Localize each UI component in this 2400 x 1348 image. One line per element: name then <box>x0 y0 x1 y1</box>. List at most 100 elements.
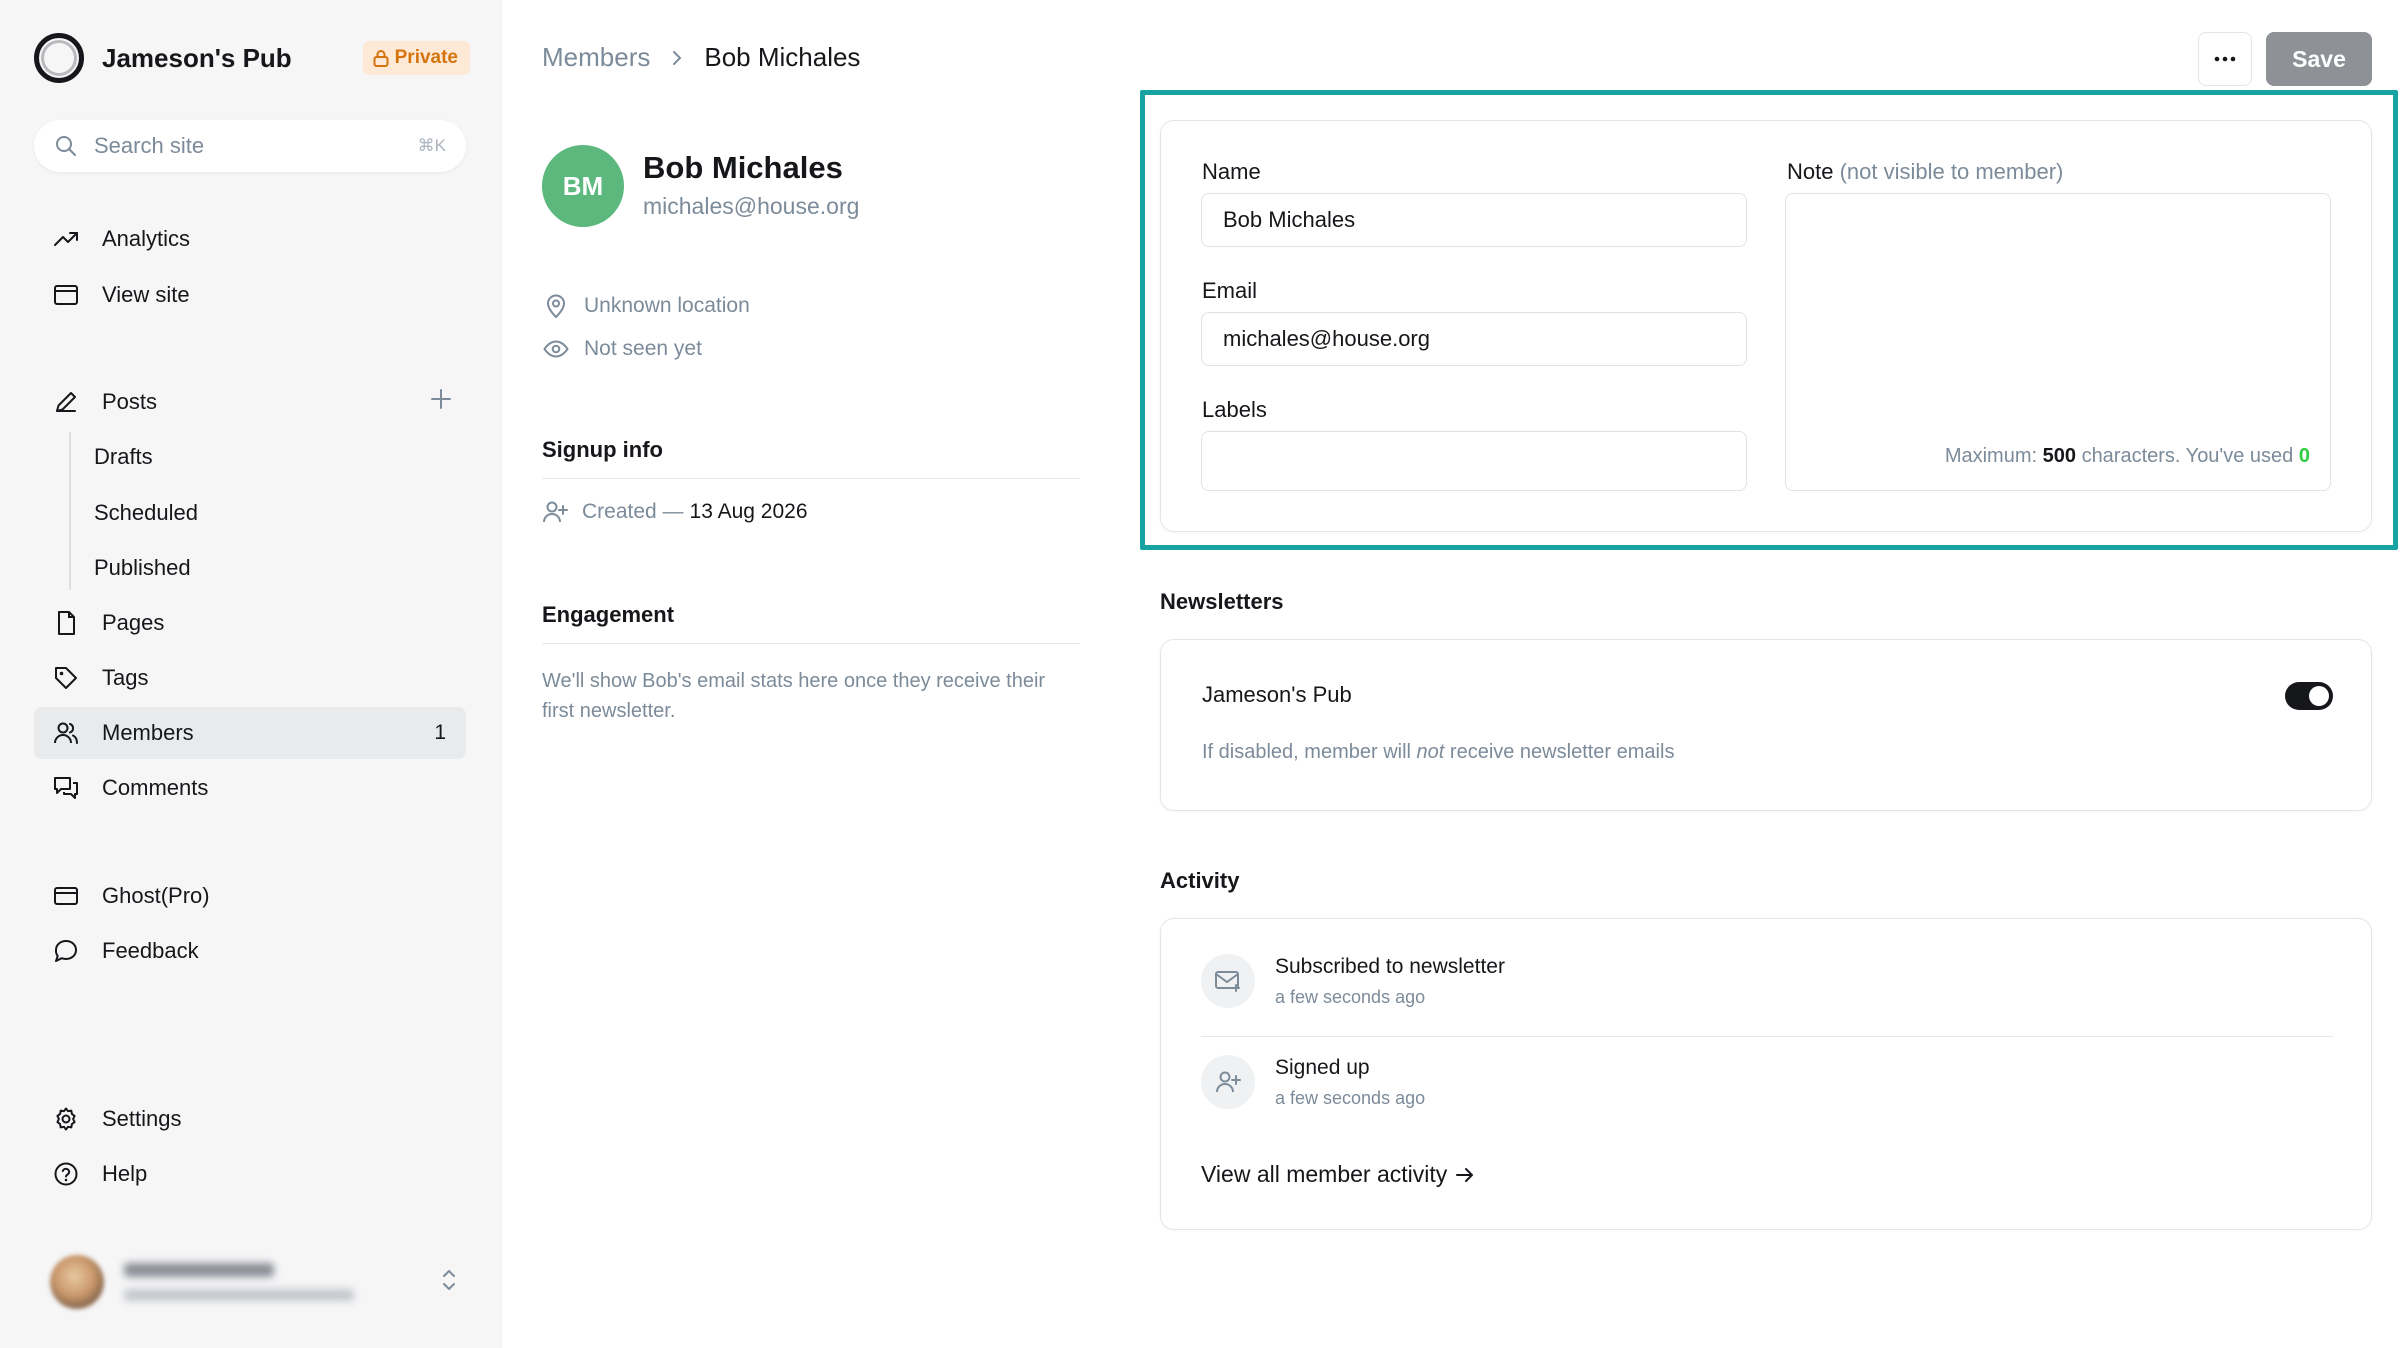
search-icon <box>56 136 76 156</box>
sidebar-item-tags[interactable]: Tags <box>34 652 466 704</box>
engagement-text: We'll show Bob's email stats here once t… <box>542 670 1046 722</box>
sidebar-item-help[interactable]: Help <box>34 1148 466 1200</box>
activity-time: a few seconds ago <box>1275 986 1426 1007</box>
sidebar-item-label: Pages <box>102 610 165 635</box>
sidebar-item-label: Published <box>94 555 191 580</box>
credit-card-icon <box>54 887 78 905</box>
user-menu[interactable] <box>50 1250 460 1314</box>
name-label: Name <box>1202 159 1261 184</box>
sidebar-item-label: Analytics <box>102 226 191 251</box>
site-name[interactable]: Jameson's Pub <box>102 43 292 74</box>
location-pin-icon <box>546 294 566 319</box>
newsletter-desc-post: receive newsletter emails <box>1449 741 1675 763</box>
activity-text: Subscribed to newsletter <box>1275 954 1505 978</box>
sidebar-item-label: Members <box>102 720 194 745</box>
email-input-value: michales@house.org <box>1223 326 1430 351</box>
sidebar: Jameson's Pub Private Search site ⌘K Ana… <box>0 0 502 1348</box>
save-button[interactable]: Save <box>2266 32 2372 86</box>
newsletter-description: If disabled, member will not receive new… <box>1202 741 1674 764</box>
signup-info-title: Signup info <box>542 437 663 462</box>
sidebar-item-analytics[interactable]: Analytics <box>34 213 466 265</box>
member-email: michales@house.org <box>643 193 860 219</box>
newsletter-card: Jameson's Pub If disabled, member will n… <box>1160 639 2372 811</box>
sidebar-item-comments[interactable]: Comments <box>34 762 466 814</box>
sidebar-item-feedback[interactable]: Feedback <box>34 925 466 977</box>
member-last-seen: Not seen yet <box>542 337 702 361</box>
newsletter-name: Jameson's Pub <box>1202 682 1352 707</box>
gear-icon <box>56 1107 76 1131</box>
newsletter-desc-pre: If disabled, member will <box>1202 741 1411 763</box>
comments-icon <box>54 777 78 799</box>
sidebar-item-label: Tags <box>102 665 149 690</box>
avatar <box>50 1255 104 1309</box>
sidebar-item-label: View site <box>102 282 190 307</box>
sidebar-item-view-site[interactable]: View site <box>34 269 466 321</box>
name-input[interactable]: Bob Michales <box>1201 193 1747 247</box>
created-label: Created — <box>582 500 684 523</box>
email-label: Email <box>1202 278 1258 303</box>
view-all-activity-label: View all member activity <box>1201 1161 1448 1187</box>
newsletter-subscription-toggle[interactable] <box>2285 682 2333 710</box>
divider <box>542 478 1080 479</box>
sidebar-item-label: Posts <box>102 389 158 414</box>
new-post-plus-icon[interactable] <box>428 386 454 418</box>
sidebar-item-published[interactable]: Published <box>34 542 466 594</box>
note-label: Note (not visible to member) <box>1787 159 2063 185</box>
activity-time: a few seconds ago <box>1275 1087 1426 1108</box>
activity-card: Subscribed to newsletter a few seconds a… <box>1160 918 2372 1230</box>
private-badge[interactable]: Private <box>362 41 470 75</box>
breadcrumb-members-link[interactable]: Members <box>542 42 650 73</box>
labels-label: Labels <box>1202 397 1267 422</box>
activity-item: Signed up a few seconds ago <box>1201 1037 2333 1127</box>
labels-input[interactable] <box>1201 431 1747 491</box>
note-label-text: Note <box>1787 159 1834 184</box>
user-info-blurred <box>124 1263 354 1301</box>
sidebar-item-label: Comments <box>102 775 209 800</box>
note-max-prefix: Maximum: <box>1944 445 2038 467</box>
activity-item: Subscribed to newsletter a few seconds a… <box>1201 936 2333 1026</box>
search-site-input[interactable]: Search site ⌘K <box>34 120 466 172</box>
chevron-right-icon <box>670 48 684 68</box>
sidebar-item-label: Settings <box>102 1106 182 1131</box>
view-all-activity-link[interactable]: View all member activity <box>1201 1161 1475 1188</box>
sidebar-item-ghost-pro[interactable]: Ghost(Pro) <box>34 870 466 922</box>
created-row: Created — 13 Aug 2026 <box>542 500 808 524</box>
user-plus-icon <box>543 501 568 523</box>
page-icon <box>58 611 75 635</box>
email-input[interactable]: michales@house.org <box>1201 312 1747 366</box>
sidebar-item-pages[interactable]: Pages <box>34 597 466 649</box>
divider <box>542 643 1080 644</box>
trend-up-icon <box>54 232 78 246</box>
newsletter-desc-em: not <box>1416 741 1445 763</box>
sidebar-item-label: Scheduled <box>94 500 198 525</box>
breadcrumb: Members Bob Michales <box>542 42 860 73</box>
sidebar-item-drafts[interactable]: Drafts <box>34 431 466 483</box>
search-shortcut: ⌘K <box>417 136 446 155</box>
more-actions-button[interactable] <box>2198 32 2252 86</box>
note-character-count: Maximum: 500 characters. You've used 0 <box>1945 445 2310 468</box>
search-placeholder: Search site <box>94 133 205 158</box>
site-logo-icon[interactable] <box>34 33 84 83</box>
note-label-hint: (not visible to member) <box>1839 159 2064 184</box>
activity-title: Activity <box>1160 868 1240 893</box>
sidebar-item-posts[interactable]: Posts <box>34 376 466 428</box>
note-used-count: 0 <box>2298 445 2310 467</box>
sidebar-item-settings[interactable]: Settings <box>34 1093 466 1145</box>
eye-icon <box>543 340 569 358</box>
toggle-knob <box>2309 686 2329 706</box>
sidebar-item-members[interactable]: Members 1 <box>34 707 466 759</box>
member-avatar: BM <box>542 145 624 227</box>
speech-bubble-icon <box>54 940 77 962</box>
member-details-card: Name Bob Michales Email michales@house.o… <box>1160 120 2372 532</box>
sidebar-item-scheduled[interactable]: Scheduled <box>34 487 466 539</box>
last-seen-text: Not seen yet <box>584 337 702 360</box>
pen-icon <box>56 392 76 412</box>
arrow-right-icon <box>1456 1167 1474 1182</box>
members-count: 1 <box>434 721 446 744</box>
member-location: Unknown location <box>542 293 750 319</box>
note-textarea[interactable]: Maximum: 500 characters. You've used 0 <box>1785 193 2331 491</box>
chevron-up-down-icon[interactable] <box>438 1267 460 1298</box>
member-name: Bob Michales <box>643 150 843 185</box>
user-plus-icon <box>1201 1055 1255 1109</box>
sidebar-item-label: Help <box>102 1161 148 1186</box>
